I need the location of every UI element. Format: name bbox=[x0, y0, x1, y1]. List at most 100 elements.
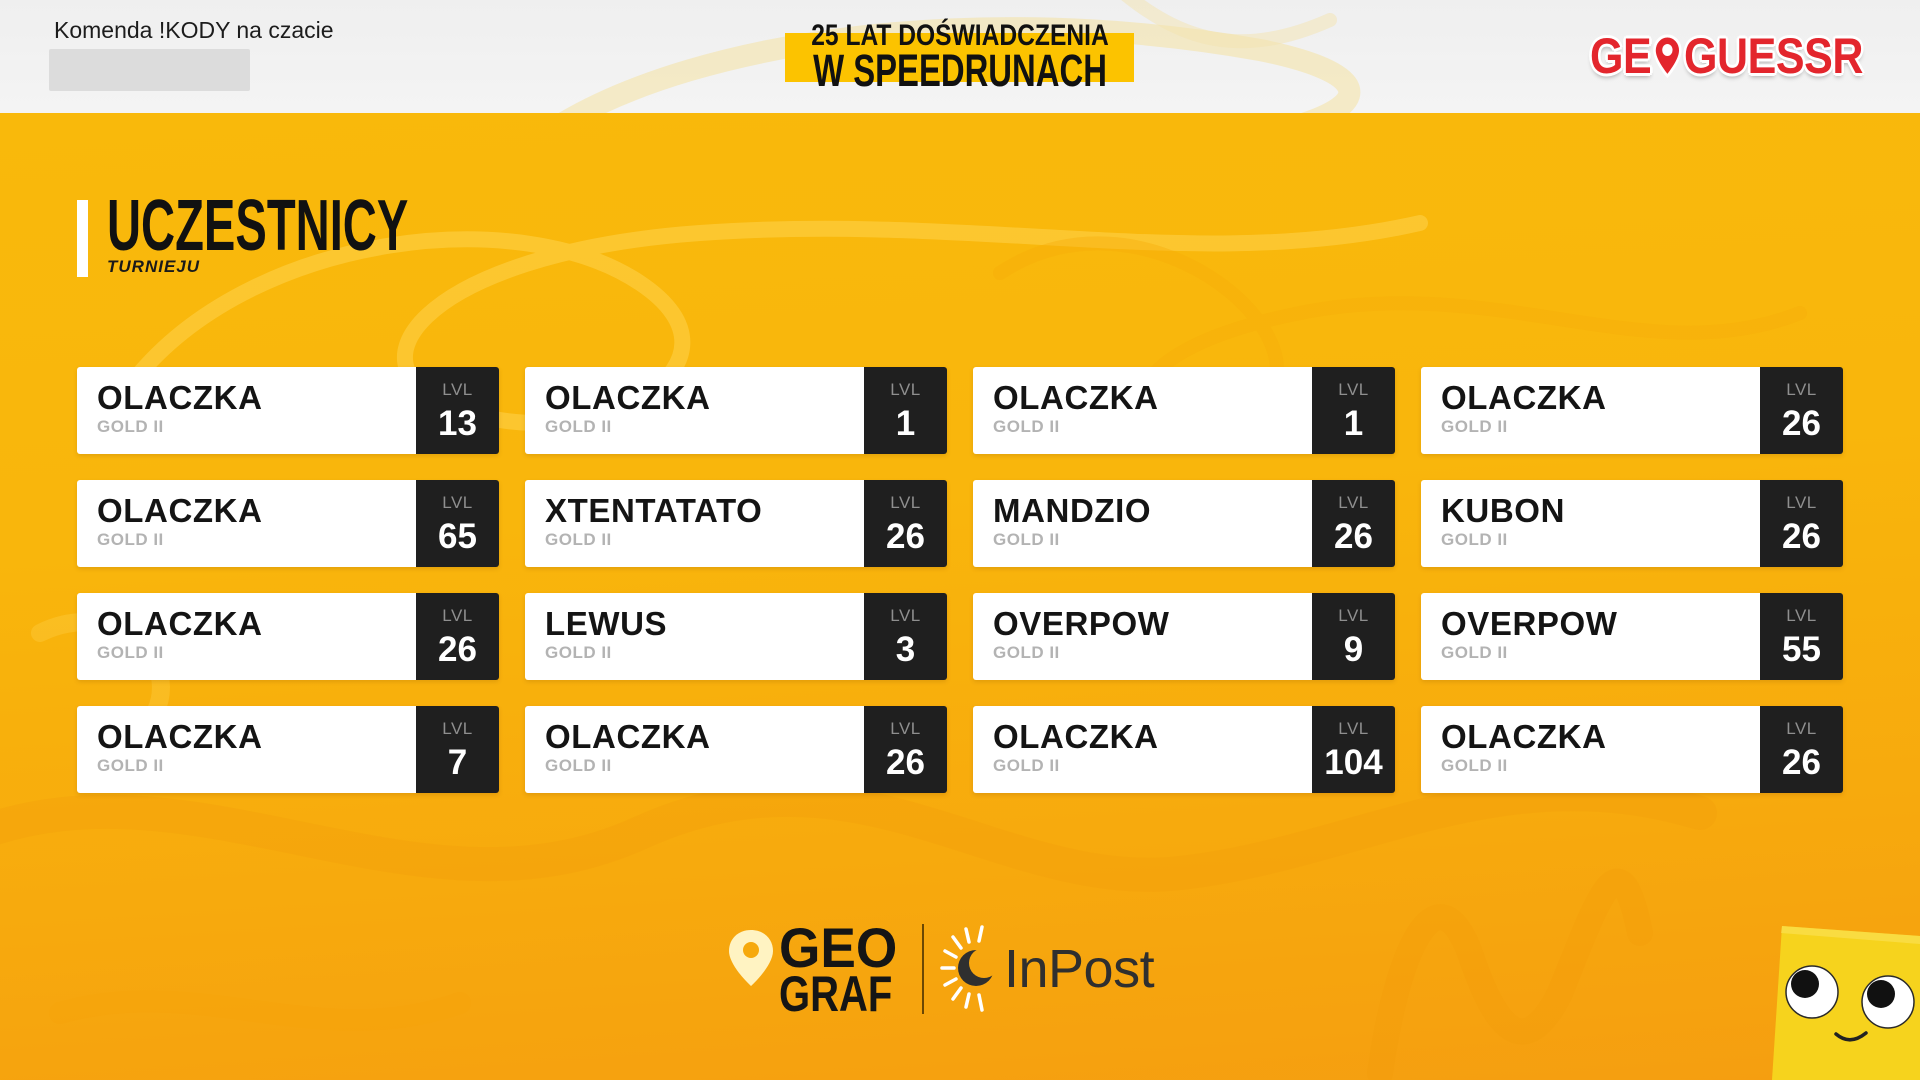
participant-info: OLACZKA GOLD II bbox=[77, 706, 416, 793]
participant-rank: GOLD II bbox=[97, 643, 164, 662]
map-pin-icon bbox=[729, 930, 773, 986]
level-label: LVL bbox=[442, 719, 473, 738]
participant-rank: GOLD II bbox=[993, 643, 1060, 662]
googly-eyes-mascot-icon bbox=[1772, 926, 1920, 1080]
level-value: 1 bbox=[895, 404, 916, 443]
participant-name: OLACZKA bbox=[97, 718, 263, 755]
level-label: LVL bbox=[890, 719, 921, 738]
inpost-logo-text: InPost bbox=[1004, 939, 1155, 999]
chat-command-text: Komenda !KODY na czacie bbox=[54, 17, 334, 43]
participant-info: OLACZKA GOLD II bbox=[973, 367, 1312, 454]
level-value: 26 bbox=[1782, 743, 1821, 782]
participants-grid: OLACZKA GOLD II LVL 13 OLACZKA GOLD II LVL 1 OLA… bbox=[77, 367, 1843, 793]
participant-card: OLACZKA GOLD II LVL 1 bbox=[525, 367, 947, 454]
redacted-placeholder bbox=[49, 49, 250, 91]
page-subtitle: TURNIEJU bbox=[107, 257, 201, 276]
level-box: LVL 9 bbox=[1312, 593, 1395, 680]
participant-name: OLACZKA bbox=[97, 492, 263, 529]
level-label: LVL bbox=[1338, 493, 1369, 512]
level-box: LVL 26 bbox=[1312, 480, 1395, 567]
geoguessr-logo: GE GUESSR bbox=[1590, 27, 1863, 85]
level-value: 26 bbox=[438, 630, 477, 669]
level-box: LVL 7 bbox=[416, 706, 499, 793]
level-box: LVL 26 bbox=[864, 706, 947, 793]
participant-name: OLACZKA bbox=[97, 605, 263, 642]
participant-card: OLACZKA GOLD II LVL 65 bbox=[77, 480, 499, 567]
participant-info: OLACZKA GOLD II bbox=[525, 706, 864, 793]
participant-card: XTENTATATO GOLD II LVL 26 bbox=[525, 480, 947, 567]
participant-card: MANDZIO GOLD II LVL 26 bbox=[973, 480, 1395, 567]
participant-info: OLACZKA GOLD II bbox=[77, 367, 416, 454]
participant-name: OLACZKA bbox=[97, 379, 263, 416]
participant-info: OLACZKA GOLD II bbox=[973, 706, 1312, 793]
participant-name: OVERPOW bbox=[1441, 605, 1618, 642]
participant-info: OVERPOW GOLD II bbox=[1421, 593, 1760, 680]
participant-name: OLACZKA bbox=[993, 379, 1159, 416]
participant-card: OVERPOW GOLD II LVL 55 bbox=[1421, 593, 1843, 680]
participant-info: XTENTATATO GOLD II bbox=[525, 480, 864, 567]
level-box: LVL 26 bbox=[864, 480, 947, 567]
participant-card: OLACZKA GOLD II LVL 26 bbox=[1421, 367, 1843, 454]
participant-name: OLACZKA bbox=[1441, 718, 1607, 755]
level-label: LVL bbox=[1338, 719, 1369, 738]
participant-rank: GOLD II bbox=[545, 417, 612, 436]
participant-card: OLACZKA GOLD II LVL 26 bbox=[1421, 706, 1843, 793]
level-box: LVL 26 bbox=[1760, 480, 1843, 567]
level-value: 7 bbox=[447, 743, 468, 782]
participant-name: LEWUS bbox=[545, 605, 668, 642]
level-value: 65 bbox=[438, 517, 477, 556]
participant-card: OLACZKA GOLD II LVL 7 bbox=[77, 706, 499, 793]
level-value: 26 bbox=[886, 517, 925, 556]
level-box: LVL 26 bbox=[1760, 706, 1843, 793]
banner: 25 LAT DOŚWIADCZENIA W SPEEDRUNACH bbox=[785, 0, 1134, 100]
level-value: 104 bbox=[1324, 743, 1383, 782]
sponsor-divider bbox=[922, 924, 924, 1014]
section-heading: UCZESTNICY TURNIEJU bbox=[77, 183, 437, 283]
participant-name: OLACZKA bbox=[1441, 379, 1607, 416]
level-label: LVL bbox=[1338, 606, 1369, 625]
level-label: LVL bbox=[442, 493, 473, 512]
level-label: LVL bbox=[1786, 380, 1817, 399]
level-box: LVL 1 bbox=[864, 367, 947, 454]
participant-name: KUBON bbox=[1441, 492, 1565, 529]
participant-card: OLACZKA GOLD II LVL 26 bbox=[525, 706, 947, 793]
participant-name: OLACZKA bbox=[993, 718, 1159, 755]
logo-text-left: GE bbox=[1590, 28, 1652, 84]
main-area: UCZESTNICY TURNIEJU OLACZKA GOLD II LVL 13 O… bbox=[0, 113, 1920, 1080]
top-bar: Komenda !KODY na czacie 25 LAT DOŚWIADCZ… bbox=[0, 0, 1920, 113]
participant-info: OLACZKA GOLD II bbox=[525, 367, 864, 454]
participant-rank: GOLD II bbox=[1441, 643, 1508, 662]
participant-info: OLACZKA GOLD II bbox=[77, 480, 416, 567]
participant-info: LEWUS GOLD II bbox=[525, 593, 864, 680]
participant-rank: GOLD II bbox=[993, 530, 1060, 549]
participant-card: OVERPOW GOLD II LVL 9 bbox=[973, 593, 1395, 680]
level-value: 3 bbox=[895, 630, 916, 669]
mascot-right-eye bbox=[1861, 975, 1915, 1029]
participant-info: OVERPOW GOLD II bbox=[973, 593, 1312, 680]
level-label: LVL bbox=[890, 606, 921, 625]
mascot-left-eye bbox=[1785, 965, 1839, 1019]
level-box: LVL 26 bbox=[1760, 367, 1843, 454]
level-label: LVL bbox=[1786, 719, 1817, 738]
participant-card: OLACZKA GOLD II LVL 26 bbox=[77, 593, 499, 680]
level-label: LVL bbox=[442, 606, 473, 625]
sponsors: GEO GRAF InPost bbox=[720, 913, 1170, 1033]
participant-rank: GOLD II bbox=[1441, 756, 1508, 775]
participant-name: OLACZKA bbox=[545, 718, 711, 755]
level-value: 9 bbox=[1343, 630, 1364, 669]
level-label: LVL bbox=[1786, 606, 1817, 625]
participant-rank: GOLD II bbox=[545, 530, 612, 549]
level-box: LVL 1 bbox=[1312, 367, 1395, 454]
title-accent-bar bbox=[77, 200, 88, 277]
participant-rank: GOLD II bbox=[993, 756, 1060, 775]
level-value: 26 bbox=[1782, 517, 1821, 556]
level-box: LVL 55 bbox=[1760, 593, 1843, 680]
participant-rank: GOLD II bbox=[1441, 530, 1508, 549]
participant-card: OLACZKA GOLD II LVL 13 bbox=[77, 367, 499, 454]
level-value: 26 bbox=[1782, 404, 1821, 443]
participant-rank: GOLD II bbox=[97, 756, 164, 775]
sun-moon-icon bbox=[940, 925, 994, 1012]
participant-rank: GOLD II bbox=[1441, 417, 1508, 436]
participant-rank: GOLD II bbox=[97, 530, 164, 549]
level-label: LVL bbox=[890, 380, 921, 399]
